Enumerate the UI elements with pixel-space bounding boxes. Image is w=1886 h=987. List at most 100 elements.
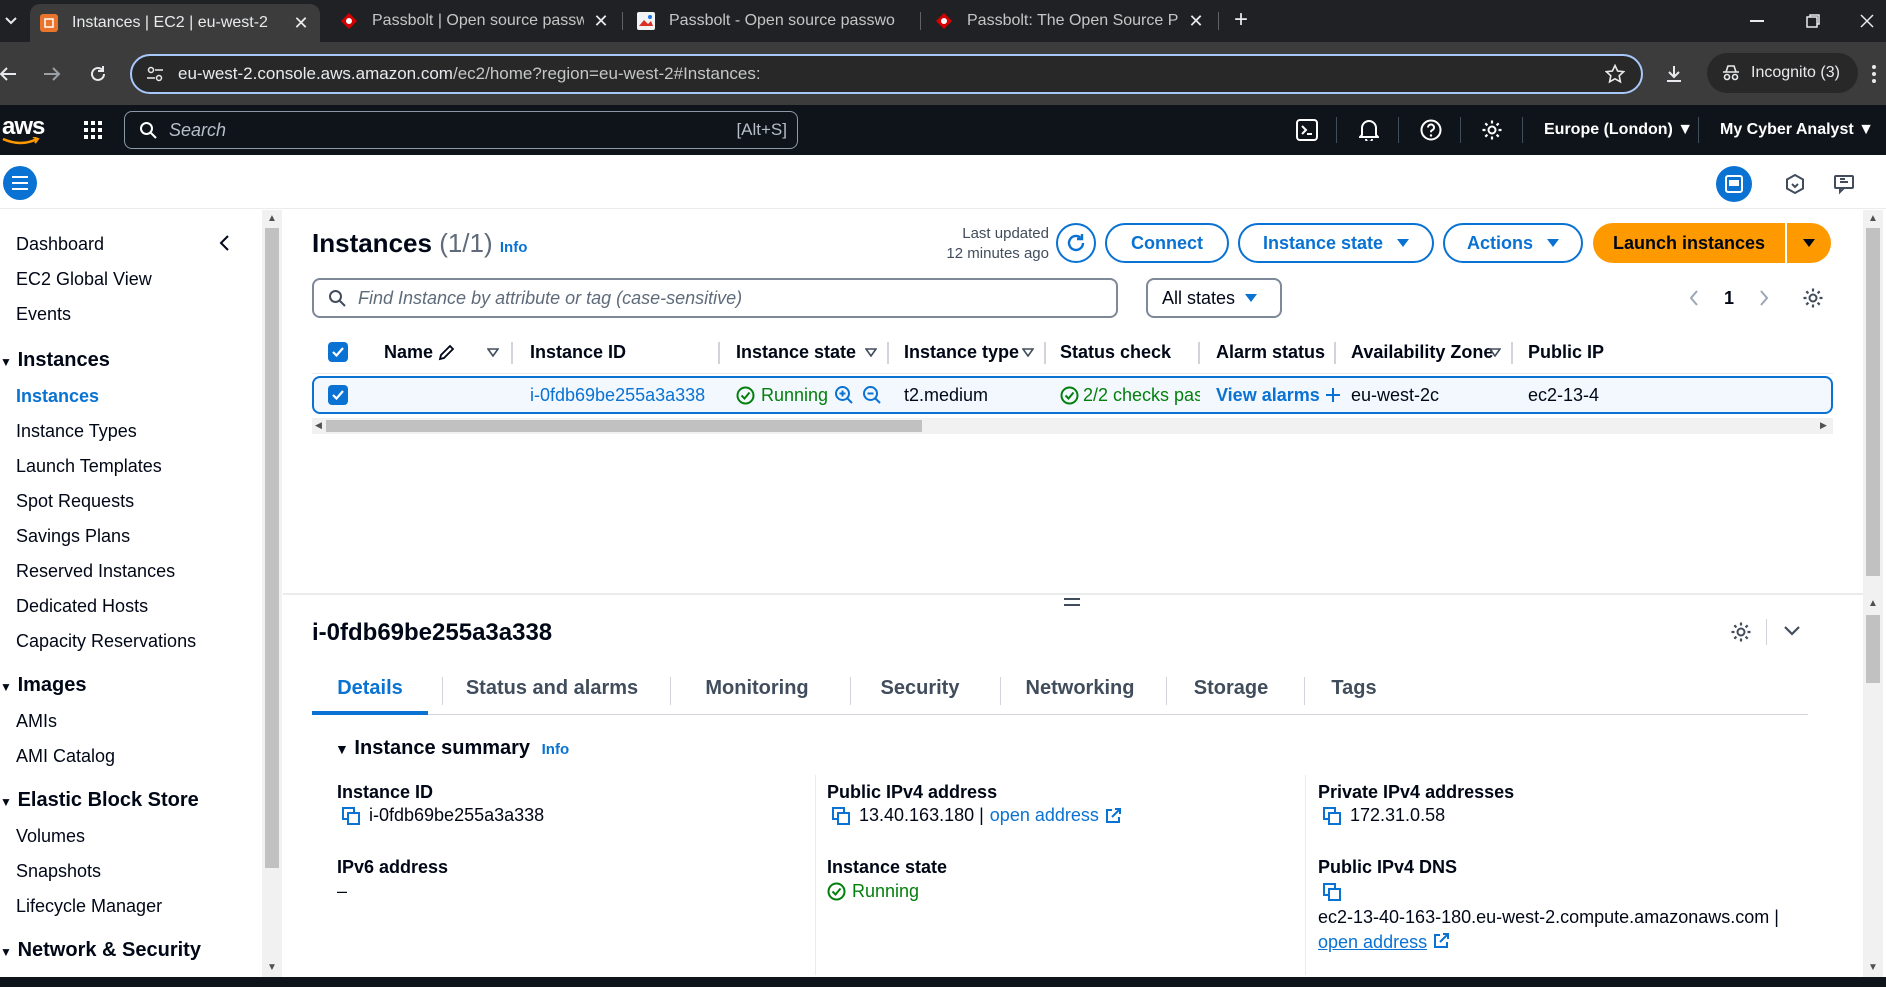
column-instance-type[interactable]: Instance type bbox=[904, 330, 1019, 374]
bookmark-star-icon[interactable] bbox=[1605, 64, 1625, 84]
open-address-link[interactable]: open address bbox=[1318, 932, 1427, 953]
close-window-icon[interactable] bbox=[1852, 6, 1882, 36]
nav-ec2-global-view[interactable]: EC2 Global View bbox=[16, 269, 152, 290]
instance-state-button[interactable]: Instance state bbox=[1238, 223, 1434, 263]
split-panel-settings-gear-icon[interactable] bbox=[1730, 621, 1752, 643]
scroll-up-icon[interactable]: ▲ bbox=[1863, 212, 1883, 226]
refresh-button[interactable] bbox=[1056, 223, 1096, 263]
tab-security[interactable]: Security bbox=[860, 665, 980, 715]
sort-caret-icon[interactable] bbox=[865, 348, 877, 357]
downloads-icon[interactable] bbox=[1660, 60, 1688, 88]
lower-scroll-thumb[interactable] bbox=[1866, 615, 1880, 683]
url-input[interactable]: eu-west-2.console.aws.amazon.com/ec2/hom… bbox=[130, 54, 1643, 94]
nav-events[interactable]: Events bbox=[16, 304, 71, 325]
account-menu[interactable]: My Cyber Analyst ▼ bbox=[1720, 105, 1874, 155]
table-row[interactable]: i-0fdb69be255a3a338 Running t2.medium 2/… bbox=[312, 376, 1833, 414]
nav-lifecycle-manager[interactable]: Lifecycle Manager bbox=[16, 896, 162, 917]
nav-dedicated-hosts[interactable]: Dedicated Hosts bbox=[16, 596, 148, 617]
nav-spot-requests[interactable]: Spot Requests bbox=[16, 491, 134, 512]
side-nav-toggle-menu-icon[interactable] bbox=[3, 166, 37, 200]
nav-reserved-instances[interactable]: Reserved Instances bbox=[16, 561, 175, 582]
scroll-up-icon[interactable]: ▲ bbox=[1863, 597, 1883, 611]
scroll-down-icon[interactable]: ▼ bbox=[262, 961, 282, 975]
sort-caret-icon[interactable] bbox=[1022, 348, 1034, 357]
tab-details[interactable]: Details bbox=[312, 665, 428, 715]
nav-ami-catalog[interactable]: AMI Catalog bbox=[16, 746, 115, 767]
column-separator[interactable] bbox=[1511, 342, 1513, 364]
nav-instances[interactable]: Instances bbox=[16, 386, 99, 407]
info-link[interactable]: Info bbox=[500, 239, 528, 256]
aws-search-input[interactable]: Search [Alt+S] bbox=[124, 111, 798, 149]
minimize-icon[interactable] bbox=[1742, 6, 1772, 36]
next-page-chevron-icon[interactable] bbox=[1753, 278, 1775, 318]
browser-tab-passbolt-1[interactable]: Passbolt | Open source passwor ✕ bbox=[330, 0, 620, 42]
nav-instance-types[interactable]: Instance Types bbox=[16, 421, 137, 442]
column-alarm-status[interactable]: Alarm status bbox=[1216, 330, 1325, 374]
tab-tags[interactable]: Tags bbox=[1314, 665, 1394, 715]
region-selector[interactable]: Europe (London) ▼ bbox=[1544, 105, 1693, 155]
close-tab-icon[interactable]: ✕ bbox=[592, 11, 610, 32]
new-tab-plus-icon[interactable]: + bbox=[1228, 8, 1254, 34]
column-separator[interactable] bbox=[1044, 342, 1046, 364]
upper-panel-scrollbar[interactable]: ▲ bbox=[1863, 210, 1883, 595]
sort-caret-icon[interactable] bbox=[487, 348, 499, 357]
column-separator[interactable] bbox=[1198, 342, 1200, 364]
sidebar-scroll-thumb[interactable] bbox=[265, 228, 279, 868]
tab-monitoring[interactable]: Monitoring bbox=[682, 665, 832, 715]
column-instance-state[interactable]: Instance state bbox=[736, 330, 856, 374]
sidebar-scrollbar[interactable]: ▲ ▼ bbox=[262, 210, 282, 977]
column-separator[interactable] bbox=[887, 342, 889, 364]
external-link-icon[interactable] bbox=[1104, 807, 1122, 825]
select-all-checkbox[interactable] bbox=[328, 342, 348, 362]
previous-page-chevron-icon[interactable] bbox=[1683, 278, 1705, 318]
nav-section-ebs[interactable]: ▼ Elastic Block Store bbox=[0, 789, 199, 812]
nav-snapshots[interactable]: Snapshots bbox=[16, 861, 101, 882]
column-separator[interactable] bbox=[718, 342, 720, 364]
upper-scroll-thumb[interactable] bbox=[1866, 228, 1880, 576]
table-scroll-thumb[interactable] bbox=[326, 420, 922, 432]
column-name[interactable]: Name bbox=[384, 330, 433, 374]
column-status-check[interactable]: Status check bbox=[1060, 330, 1171, 374]
console-panel-icon[interactable] bbox=[1716, 166, 1752, 202]
open-address-link[interactable]: open address bbox=[990, 805, 1099, 826]
column-separator[interactable] bbox=[511, 342, 513, 364]
cell-instance-id-link[interactable]: i-0fdb69be255a3a338 bbox=[530, 378, 705, 412]
column-separator[interactable] bbox=[1334, 342, 1336, 364]
table-horizontal-scrollbar[interactable]: ◀ ▶ bbox=[312, 418, 1833, 434]
nav-amis[interactable]: AMIs bbox=[16, 711, 57, 732]
close-tab-icon[interactable]: ✕ bbox=[1187, 11, 1205, 32]
cell-view-alarms-link[interactable]: View alarms bbox=[1216, 378, 1340, 412]
copy-icon[interactable] bbox=[341, 806, 361, 826]
scroll-up-icon[interactable]: ▲ bbox=[262, 212, 282, 226]
nav-volumes[interactable]: Volumes bbox=[16, 826, 85, 847]
nav-section-network-security[interactable]: ▼ Network & Security bbox=[0, 939, 201, 962]
copy-icon[interactable] bbox=[1322, 882, 1342, 902]
lower-panel-scrollbar[interactable]: ▲ ▼ bbox=[1863, 595, 1883, 977]
amazon-q-icon[interactable] bbox=[1777, 166, 1813, 202]
aws-logo[interactable]: aws bbox=[2, 113, 45, 145]
external-link-icon[interactable] bbox=[1432, 932, 1450, 950]
nav-dashboard[interactable]: Dashboard bbox=[16, 234, 104, 255]
incognito-button[interactable]: Incognito (3) bbox=[1707, 53, 1858, 93]
edit-pencil-icon[interactable] bbox=[438, 344, 455, 361]
collapse-nav-chevron-left-icon[interactable] bbox=[214, 232, 236, 254]
info-link[interactable]: Info bbox=[542, 741, 570, 758]
launch-instances-button[interactable]: Launch instances bbox=[1593, 223, 1785, 263]
instance-summary-header[interactable]: ▼ Instance summary Info bbox=[335, 737, 569, 760]
zoom-in-icon[interactable] bbox=[834, 385, 854, 405]
feedback-chat-icon[interactable] bbox=[1826, 166, 1862, 202]
scroll-left-icon[interactable]: ◀ bbox=[315, 420, 322, 431]
actions-button[interactable]: Actions bbox=[1443, 223, 1583, 263]
nav-capacity-reservations[interactable]: Capacity Reservations bbox=[16, 631, 196, 652]
all-states-select[interactable]: All states bbox=[1146, 278, 1282, 318]
tab-status-and-alarms[interactable]: Status and alarms bbox=[452, 665, 652, 715]
browser-tab-passbolt-2[interactable]: Passbolt - Open source passwo bbox=[627, 0, 917, 42]
tab-storage[interactable]: Storage bbox=[1176, 665, 1286, 715]
sort-caret-icon[interactable] bbox=[1489, 348, 1501, 357]
scroll-right-icon[interactable]: ▶ bbox=[1820, 420, 1827, 431]
launch-instances-dropdown[interactable] bbox=[1787, 223, 1831, 263]
copy-icon[interactable] bbox=[831, 806, 851, 826]
page-number[interactable]: 1 bbox=[1717, 278, 1741, 318]
help-icon[interactable] bbox=[1418, 117, 1444, 143]
services-grid-icon[interactable] bbox=[80, 117, 106, 143]
